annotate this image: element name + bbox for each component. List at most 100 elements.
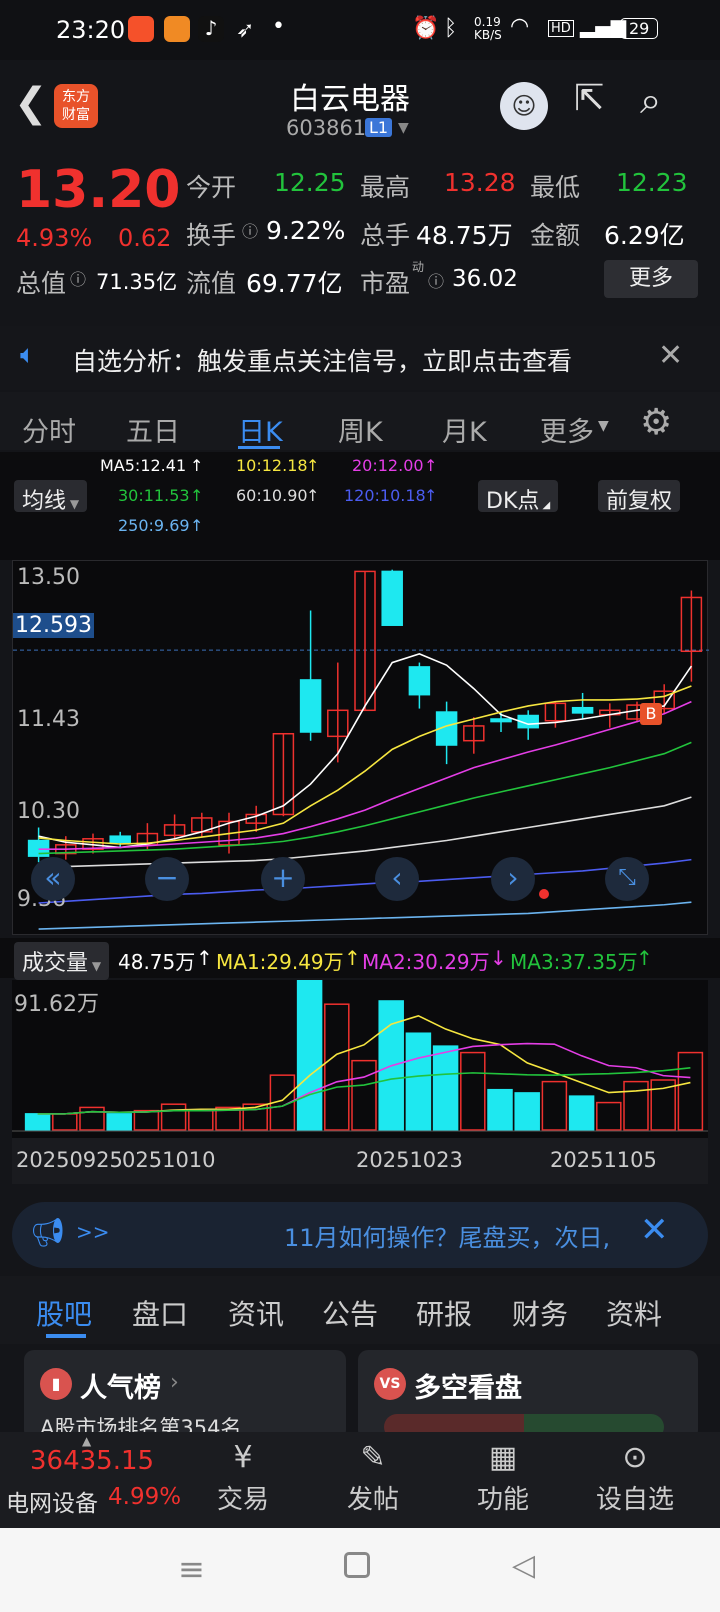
chevron-right-icon[interactable]: › (491, 857, 535, 901)
active-tab-indicator (238, 446, 280, 449)
add-watchlist-button[interactable]: ⊙ 设自选 (580, 1432, 690, 1516)
status-time: 23:20 (56, 16, 126, 44)
chevron-down-icon[interactable]: ▼ (398, 120, 409, 136)
pe-dynamic-sup: 动 (412, 260, 425, 274)
post-label: 发帖 (346, 1485, 399, 1515)
tab-announcements[interactable]: 公告 (322, 1293, 378, 1333)
banner-arrows: >> (76, 1220, 110, 1244)
zoom-out-icon[interactable]: − (145, 857, 189, 901)
volume-max-label: 91.62万 (14, 992, 99, 1017)
tab-order-book[interactable]: 盘口 (132, 1293, 188, 1333)
tab-intraday[interactable]: 分时 (22, 410, 76, 449)
stock-code: 603861 (286, 116, 367, 140)
info-icon[interactable]: ⓘ (70, 266, 86, 290)
popularity-card[interactable]: ▮ 人气榜 › A股市场排名第354名 (24, 1350, 346, 1440)
more-button[interactable]: 更多 (604, 260, 698, 298)
volume-legend: 成交量 ▼ 48.75万 ↑ MA1:29.49万 ↑ MA2:30.29万 ↓… (0, 938, 720, 980)
system-nav-bar: ≡ ◁ (0, 1528, 720, 1612)
zoom-in-icon[interactable]: + (261, 857, 305, 901)
search-icon[interactable]: ⌕ (640, 78, 661, 123)
home-icon[interactable] (344, 1552, 370, 1578)
volume-bar (432, 1045, 459, 1131)
open-label: 今开 (186, 173, 237, 202)
double-left-icon[interactable]: « (31, 857, 75, 901)
vol-ma1: MA1:29.49万 (216, 950, 344, 974)
info-icon[interactable]: ⓘ (242, 218, 258, 242)
tab-guba[interactable]: 股吧 (36, 1293, 92, 1333)
tab-monthly-k[interactable]: 月K (442, 410, 487, 449)
open-value: 12.25 (274, 168, 346, 197)
fullscreen-icon[interactable]: ⤡ (605, 857, 649, 901)
volume-bar (596, 1101, 622, 1131)
tab-more[interactable]: 更多 (540, 410, 594, 449)
banner-text: 11月如何操作？尾盘买，次日, (284, 1224, 611, 1252)
sector-name[interactable]: 电网设备 (6, 1484, 98, 1518)
volume-chart[interactable]: 91.62万 (12, 979, 708, 1138)
tab-financials[interactable]: 财务 (512, 1293, 568, 1333)
tab-five-day[interactable]: 五日 (126, 410, 180, 449)
tab-news[interactable]: 资讯 (228, 1293, 284, 1333)
grid-icon: ▦ (488, 1440, 518, 1475)
date-label: 20251105 (550, 1148, 657, 1172)
price-label-low: 10.30 (17, 799, 80, 824)
back-triangle-icon[interactable]: ◁ (512, 1548, 535, 1583)
gear-icon[interactable]: ⚙ (640, 402, 672, 443)
chevron-down-icon: ▼ (598, 418, 609, 434)
bluetooth-icon: ᛒ (444, 16, 458, 41)
alarm-icon: ⏰ (412, 16, 440, 41)
index-value[interactable]: 36435.15 (30, 1446, 154, 1476)
kline-chart[interactable]: 13.50 12.593 11.43 10.30 9.36 B « − + ‹ … (12, 560, 709, 935)
yen-icon: ¥ (233, 1440, 253, 1475)
chevron-left-icon[interactable]: ‹ (375, 857, 419, 901)
bull-bear-card[interactable]: VS 多空看盘 (358, 1350, 698, 1440)
hd-icon: HD (548, 20, 574, 37)
menu-icon[interactable]: ≡ (178, 1550, 205, 1588)
volume-bar (160, 1103, 187, 1131)
post-button[interactable]: ✎ 发帖 (318, 1432, 428, 1516)
indicator-selector[interactable]: 成交量 ▼ (14, 942, 110, 980)
trade-button[interactable]: ¥ 交易 (188, 1432, 298, 1516)
adjustment-button[interactable]: 前复权 (598, 480, 681, 514)
candle (571, 706, 594, 714)
app-notification-icon (164, 16, 190, 42)
robot-assistant-icon[interactable]: ☺ (500, 82, 548, 130)
info-icon[interactable]: ⓘ (428, 268, 444, 292)
volume-bar (541, 1080, 568, 1131)
buy-marker[interactable]: B (640, 703, 662, 725)
ma-selector-label: 均线 (22, 489, 67, 514)
tab-profile[interactable]: 资料 (606, 1293, 662, 1333)
promo-banner[interactable]: 📢︎ >> 11月如何操作？尾盘买，次日, ✕ (12, 1202, 708, 1268)
ma-selector[interactable]: 均线 ▼ (14, 480, 88, 514)
ma60-legend: 60:10.90 (236, 486, 308, 505)
tab-research[interactable]: 研报 (416, 1293, 472, 1333)
arrow-up-icon: ↑ (636, 946, 653, 970)
bull-bear-title: 多空看盘 (414, 1373, 522, 1404)
ma120-legend: 120:10.18 (344, 486, 426, 505)
turnover-value: 9.22% (266, 216, 346, 245)
share-icon[interactable]: ⇱ (574, 78, 604, 119)
arrow-up-icon: ↑ (424, 456, 438, 475)
functions-button[interactable]: ▦ 功能 (448, 1432, 558, 1516)
amount-label: 金额 (530, 221, 581, 250)
pe-value: 36.02 (452, 266, 518, 292)
close-icon[interactable]: ✕ (640, 1210, 669, 1250)
corner-triangle-icon: ◢ (539, 500, 551, 511)
volume-label: 总手 (360, 221, 411, 250)
price-label-top: 13.50 (17, 565, 80, 590)
volume-bar (24, 1113, 51, 1131)
turnover-label: 换手 (186, 221, 237, 250)
ma120-line (38, 858, 692, 904)
current-price-label: 12.593 (13, 613, 94, 638)
date-label: 0251010 (122, 1148, 216, 1172)
dk-point-button[interactable]: DK点 ◢ (478, 480, 559, 514)
last-price: 13.20 (16, 160, 181, 220)
date-axis: 20250925 0251010 20251023 20251105 (12, 1138, 708, 1184)
back-icon[interactable]: ❮ (14, 80, 48, 126)
level-badge[interactable]: L1 (365, 118, 393, 137)
close-icon[interactable]: ✕ (658, 338, 683, 373)
analysis-notice[interactable]: 🔈︎ 自选分析：触发重点关注信号，立即点击查看 ✕ (0, 326, 720, 390)
tab-weekly-k[interactable]: 周K (338, 410, 383, 449)
tab-daily-k[interactable]: 日K (238, 410, 283, 449)
event-dot (539, 889, 549, 899)
volume-bar (487, 1088, 513, 1131)
